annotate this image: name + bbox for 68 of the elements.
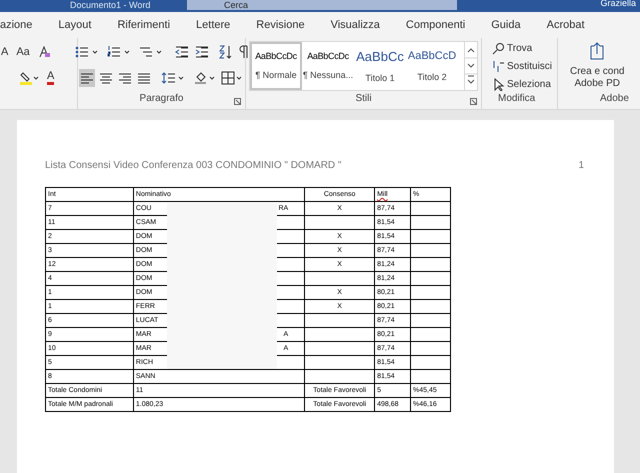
replace-button[interactable]: Sostituisci xyxy=(492,59,557,74)
ribbon-tab[interactable]: Lettere xyxy=(196,16,230,34)
table-cell xyxy=(410,314,450,328)
table-cell xyxy=(410,356,450,370)
table-cell xyxy=(304,272,375,286)
shading-icon[interactable] xyxy=(194,71,218,85)
increase-indent-icon[interactable] xyxy=(194,46,208,58)
clear-formatting-icon[interactable] xyxy=(38,46,50,58)
style-gallery-item[interactable]: AaBbCc Titolo 1 xyxy=(354,42,406,90)
create-pdf-button[interactable]: Crea e cond Adobe PD xyxy=(570,42,624,90)
table-cell xyxy=(304,314,375,328)
group-label: Paragrafo xyxy=(140,92,184,106)
sort-icon[interactable] xyxy=(218,45,232,59)
magnifier-icon xyxy=(492,42,505,55)
table-cell xyxy=(304,356,375,370)
table-cell xyxy=(410,328,450,342)
group-label: Stili xyxy=(355,92,372,106)
dialog-launcher-icon[interactable] xyxy=(470,98,477,105)
ribbon-tab[interactable]: Riferimenti xyxy=(117,16,170,34)
borders-icon[interactable] xyxy=(220,71,244,85)
ribbon-tab[interactable]: Layout xyxy=(58,16,92,34)
ribbon-tab[interactable]: Revisione xyxy=(256,16,305,34)
window-title: Documento1 - Word xyxy=(70,1,150,10)
share-document-icon xyxy=(589,42,606,60)
dialog-launcher-icon[interactable] xyxy=(234,98,241,105)
change-case-button[interactable]: Aa xyxy=(16,44,30,60)
grow-font-button[interactable]: A xyxy=(1,44,8,60)
decrease-indent-icon[interactable] xyxy=(174,46,188,58)
style-gallery-item[interactable]: AaBbCcDc ¶ Normale xyxy=(250,42,302,90)
table-cell xyxy=(304,370,375,384)
numbered-list-icon[interactable] xyxy=(106,46,132,58)
gallery-scroll-buttons[interactable] xyxy=(464,42,477,90)
font-color-button[interactable]: A xyxy=(47,70,54,84)
ribbon-tab[interactable]: Guida xyxy=(491,16,521,34)
document-heading: Lista Consensi Video Conferenza 003 CONDOMINIO " DOMARD " xyxy=(45,159,342,173)
search-field[interactable]: Cerca xyxy=(187,0,457,10)
highlighter-icon[interactable] xyxy=(19,70,39,84)
style-gallery-item[interactable]: AaBbCcD Titolo 2 xyxy=(406,42,458,90)
group-label: Modifica xyxy=(498,92,536,106)
table-cell xyxy=(410,216,450,230)
ribbon-tab[interactable]: azione xyxy=(0,16,32,34)
table-cell xyxy=(410,272,450,286)
find-button[interactable]: Trova xyxy=(492,41,557,56)
select-button[interactable]: Seleziona xyxy=(492,77,557,92)
table-cell xyxy=(304,342,375,356)
table-cell xyxy=(410,202,450,216)
pilcrow-icon[interactable] xyxy=(238,45,248,59)
table-cell xyxy=(304,216,375,230)
table-cell xyxy=(304,328,375,342)
bullet-list-icon[interactable] xyxy=(74,46,100,58)
style-gallery-item[interactable]: AaBbCcDc ¶ Nessuna... xyxy=(302,42,354,90)
table-cell xyxy=(410,342,450,356)
align-left-button[interactable] xyxy=(78,69,94,87)
line-spacing-icon[interactable] xyxy=(160,71,186,85)
table-cell xyxy=(410,230,450,244)
cursor-arrow-icon xyxy=(492,78,505,91)
ribbon-tab[interactable]: Componenti xyxy=(406,16,466,34)
replace-icon xyxy=(492,60,505,73)
table-cell xyxy=(410,244,450,258)
table-cell xyxy=(410,286,450,300)
table-cell xyxy=(410,300,450,314)
ribbon-tab[interactable]: Acrobat xyxy=(546,16,585,34)
group-label: Adobe xyxy=(600,92,629,106)
table-cell xyxy=(410,258,450,272)
page-number: 1 xyxy=(578,159,584,173)
table-cell xyxy=(410,370,450,384)
ribbon-tab[interactable]: Visualizza xyxy=(330,16,380,34)
multilevel-list-icon[interactable] xyxy=(138,46,164,58)
